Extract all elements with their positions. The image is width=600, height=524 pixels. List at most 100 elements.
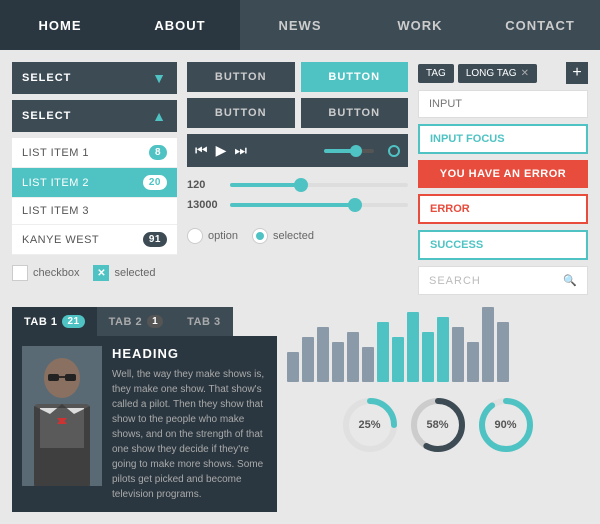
tag-1: TAG [418, 64, 454, 83]
error-button[interactable]: YOU HAVE AN ERROR [418, 160, 588, 188]
bar-4 [347, 332, 359, 382]
button-row-2: BUTTON BUTTON [187, 98, 408, 128]
bottom-section: TAB 1 21 TAB 2 1 TAB 3 [0, 307, 600, 524]
bar-1 [302, 337, 314, 382]
tab-body: Well, the way they make shows is, they m… [112, 367, 267, 502]
slider-2-thumb[interactable] [348, 198, 362, 212]
button-dark-3[interactable]: BUTTON [301, 98, 409, 128]
tab-heading: HEADING [112, 346, 267, 361]
donut-2: 90% [476, 395, 536, 455]
tab-badge-2: 1 [147, 315, 163, 328]
bar-6 [377, 322, 389, 382]
radio-row: option selected [187, 228, 408, 244]
nav-work[interactable]: WORK [360, 0, 480, 50]
main-content: SELECT ▼ SELECT ▲ LIST ITEM 1 8 LIST ITE… [0, 50, 600, 307]
chevron-up-icon: ▲ [152, 108, 167, 124]
list-item-kanye[interactable]: KANYE WEST 91 [12, 225, 177, 255]
chart-section: 25% 58% 90% [287, 307, 588, 512]
button-teal-1[interactable]: BUTTON [301, 62, 409, 92]
nav-about[interactable]: ABOUT [120, 0, 240, 50]
bar-8 [407, 312, 419, 382]
bar-5 [362, 347, 374, 382]
middle-column: BUTTON BUTTON BUTTON BUTTON ⏮ ▶ ⏭ 120 [187, 62, 408, 295]
button-dark-2[interactable]: BUTTON [187, 98, 295, 128]
slider-1-track[interactable] [230, 183, 408, 187]
slider-2-value: 13000 [187, 199, 222, 211]
volume-knob[interactable] [388, 145, 400, 157]
donut-row: 25% 58% 90% [287, 395, 588, 455]
tab-1[interactable]: TAB 1 21 [12, 307, 97, 336]
chevron-down-icon: ▼ [152, 70, 167, 86]
tag-row: TAG LONG TAG ✕ + [418, 62, 588, 84]
badge: 91 [143, 232, 167, 247]
bar-7 [392, 337, 404, 382]
radio-empty[interactable] [187, 228, 203, 244]
select-dropdown-1[interactable]: SELECT ▼ [12, 62, 177, 94]
checkbox-box[interactable] [12, 265, 28, 281]
play-icon[interactable]: ▶ [216, 142, 227, 159]
tab-text: HEADING Well, the way they make shows is… [112, 346, 267, 502]
list-item[interactable]: LIST ITEM 1 8 [12, 138, 177, 168]
select-dropdown-2[interactable]: SELECT ▲ [12, 100, 177, 132]
radio-option[interactable]: option [187, 228, 238, 244]
button-dark-1[interactable]: BUTTON [187, 62, 295, 92]
tag-2: LONG TAG ✕ [458, 64, 537, 83]
input-focus-field[interactable]: INPUT FOCUS [418, 124, 588, 154]
audio-thumb[interactable] [350, 145, 362, 157]
list-item-active[interactable]: LIST ITEM 2 20 [12, 168, 177, 198]
left-column: SELECT ▼ SELECT ▲ LIST ITEM 1 8 LIST ITE… [12, 62, 177, 295]
bar-10 [437, 317, 449, 382]
tab-content: HEADING Well, the way they make shows is… [12, 336, 277, 512]
radio-checked[interactable] [252, 228, 268, 244]
tab-2[interactable]: TAB 2 1 [97, 307, 176, 336]
list-container: LIST ITEM 1 8 LIST ITEM 2 20 LIST ITEM 3… [12, 138, 177, 255]
main-nav: HOME ABOUT NEWS WORK CONTACT [0, 0, 600, 50]
bar-2 [317, 327, 329, 382]
badge: 8 [149, 145, 167, 160]
input-field[interactable] [418, 90, 588, 118]
list-item[interactable]: LIST ITEM 3 [12, 198, 177, 225]
bar-11 [452, 327, 464, 382]
button-row-1: BUTTON BUTTON [187, 62, 408, 92]
sliders: 120 13000 [187, 175, 408, 223]
slider-1-value: 120 [187, 179, 222, 191]
bar-3 [332, 342, 344, 382]
checkbox-selected[interactable]: ✕ selected [93, 265, 155, 281]
bar-12 [467, 342, 479, 382]
search-icon: 🔍 [563, 274, 577, 287]
nav-home[interactable]: HOME [0, 0, 120, 50]
media-controls: ⏮ ▶ ⏭ [187, 134, 408, 167]
right-column: TAG LONG TAG ✕ + INPUT FOCUS YOU HAVE AN… [418, 62, 588, 295]
bar-chart [287, 307, 588, 387]
add-tag-button[interactable]: + [566, 62, 588, 84]
tab-badge-1: 21 [62, 315, 84, 328]
tab-bar: TAB 1 21 TAB 2 1 TAB 3 [12, 307, 277, 336]
donut-0: 25% [340, 395, 400, 455]
donut-1: 58% [408, 395, 468, 455]
bar-14 [497, 322, 509, 382]
slider-row-1: 120 [187, 179, 408, 191]
search-field[interactable]: SEARCH 🔍 [418, 266, 588, 295]
next-icon[interactable]: ⏭ [234, 142, 247, 159]
tag-remove-icon[interactable]: ✕ [521, 68, 529, 79]
checkbox-unchecked[interactable]: checkbox [12, 265, 79, 281]
person-avatar [22, 346, 102, 486]
nav-contact[interactable]: CONTACT [480, 0, 600, 50]
prev-icon[interactable]: ⏮ [195, 142, 208, 159]
error-field: ERROR [418, 194, 588, 224]
tabs-section: TAB 1 21 TAB 2 1 TAB 3 [12, 307, 277, 512]
bar-9 [422, 332, 434, 382]
radio-selected[interactable]: selected [252, 228, 314, 244]
radio-dot [256, 232, 264, 240]
badge: 20 [143, 175, 167, 190]
nav-news[interactable]: NEWS [240, 0, 360, 50]
checkbox-checked[interactable]: ✕ [93, 265, 109, 281]
bar-13 [482, 307, 494, 382]
slider-1-thumb[interactable] [294, 178, 308, 192]
checkbox-row: checkbox ✕ selected [12, 265, 177, 281]
tab-3[interactable]: TAB 3 [175, 307, 232, 336]
success-field: SUCCESS [418, 230, 588, 260]
slider-2-track[interactable] [230, 203, 408, 207]
slider-row-2: 13000 [187, 199, 408, 211]
bar-0 [287, 352, 299, 382]
